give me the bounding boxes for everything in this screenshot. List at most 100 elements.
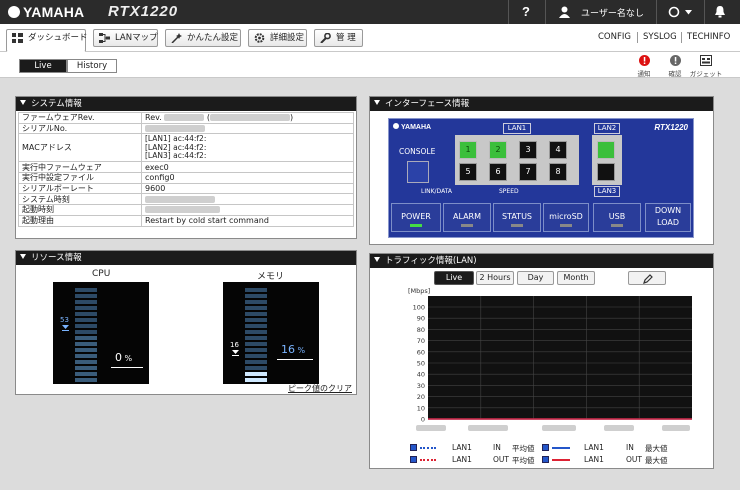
- meter-segment: [245, 342, 267, 346]
- lan1-port-2[interactable]: 2: [489, 141, 507, 159]
- meter-segment: [245, 360, 267, 364]
- collapse-icon: [374, 257, 380, 262]
- tab-history[interactable]: History: [67, 59, 117, 73]
- meter-segment: [245, 348, 267, 352]
- interface-info-header: インターフェース情報: [370, 97, 713, 111]
- lan2-lan3-block: [592, 135, 622, 185]
- memory-peak-value: 16: [230, 341, 239, 349]
- meter-segment: [75, 378, 97, 382]
- traffic-chart: [Mbps]0102030405060708090100: [408, 287, 692, 424]
- checkbox-in-avg[interactable]: [410, 444, 417, 451]
- y-axis-unit: [Mbps]: [408, 287, 430, 295]
- meter-segment: [75, 366, 97, 370]
- meter-segment: [245, 300, 267, 304]
- clear-peak-link[interactable]: ピーク値のクリア: [288, 383, 352, 394]
- traffic-live-button[interactable]: Live: [434, 271, 474, 285]
- top-bar: YAMAHA RTX1220 ? ユーザー名なし: [0, 0, 740, 24]
- link-data-label: LINK/DATA: [421, 188, 453, 195]
- checkbox-out-max[interactable]: [542, 456, 549, 463]
- cpu-peak-value: 53: [60, 316, 69, 324]
- status-circle-icon: [668, 6, 680, 18]
- collapse-icon: [20, 254, 26, 259]
- view-switch-bar: Live History 通知 確認 ガジェット: [0, 52, 740, 78]
- status-menu[interactable]: [663, 0, 703, 24]
- lan1-port-5[interactable]: 5: [459, 163, 477, 181]
- meter-segment: [75, 330, 97, 334]
- gadget-button[interactable]: ガジェット: [688, 55, 724, 78]
- meter-segment: [245, 378, 267, 382]
- help-button[interactable]: ?: [516, 0, 536, 24]
- microsd-status: microSD: [543, 203, 589, 232]
- power-status: POWER: [391, 203, 441, 232]
- memory-meter: 16 16 %: [223, 282, 319, 384]
- usb-status: USB: [593, 203, 641, 232]
- info-icon: [669, 55, 681, 66]
- panel-model: RTX1220: [654, 123, 688, 132]
- collapse-icon: [20, 100, 26, 105]
- y-tick-label: 50: [417, 360, 425, 368]
- cpu-value: 0 %: [115, 351, 133, 364]
- tab-easy-setup[interactable]: かんたん設定: [165, 29, 241, 47]
- lan1-port-3[interactable]: 3: [519, 141, 537, 159]
- edit-graph-button[interactable]: [628, 271, 666, 285]
- y-tick-label: 30: [417, 382, 425, 390]
- legend-row-out: LAN1 OUT 平均値 LAN1 OUT 最大値: [408, 455, 670, 465]
- tab-dashboard[interactable]: ダッシュボード: [6, 29, 88, 52]
- y-tick-label: 100: [413, 304, 425, 312]
- cpu-label: CPU: [92, 269, 111, 279]
- traffic-day-button[interactable]: Day: [517, 271, 554, 285]
- traffic-month-button[interactable]: Month: [557, 271, 595, 285]
- tab-lan-map[interactable]: LANマップ: [93, 29, 158, 47]
- system-info-table: ファームウェアRev. Rev. () シリアルNo. MACアドレス [LAN1]…: [18, 112, 354, 227]
- meter-segment: [75, 348, 97, 352]
- tab-advanced-setup[interactable]: 詳細設定: [248, 29, 307, 47]
- x-axis-labels: [408, 423, 696, 437]
- meter-segment: [75, 300, 97, 304]
- lan1-port-6[interactable]: 6: [489, 163, 507, 181]
- panel-brand: YAMAHA: [393, 123, 431, 131]
- brand-logo: YAMAHA: [8, 4, 84, 20]
- lan1-port-7[interactable]: 7: [519, 163, 537, 181]
- meter-segment: [245, 354, 267, 358]
- lan1-port-8[interactable]: 8: [549, 163, 567, 181]
- meter-segment: [245, 336, 267, 340]
- lan3-label: LAN3: [594, 186, 620, 197]
- meter-segment: [245, 288, 267, 292]
- techinfo-link[interactable]: TECHINFO: [687, 32, 730, 42]
- lan1-port-4[interactable]: 4: [549, 141, 567, 159]
- config-link[interactable]: CONFIG: [598, 32, 631, 42]
- lan3-port[interactable]: [597, 163, 615, 181]
- meter-segment: [75, 312, 97, 316]
- memory-value: 16 %: [281, 343, 306, 356]
- user-name: ユーザー名なし: [581, 9, 644, 19]
- yamaha-emblem-icon: [8, 6, 20, 18]
- checkbox-out-avg[interactable]: [410, 456, 417, 463]
- meter-segment: [75, 372, 97, 376]
- meter-segment: [75, 360, 97, 364]
- lan2-port[interactable]: [597, 141, 615, 159]
- y-tick-label: 90: [417, 315, 425, 323]
- tab-management[interactable]: 管 理: [314, 29, 363, 47]
- meter-segment: [75, 354, 97, 358]
- y-tick-label: 20: [417, 393, 425, 401]
- resource-info-panel: リソース情報 CPU メモリ 53 0 % 16 16 % ピーク値のクリア: [15, 250, 357, 395]
- meter-segment: [245, 318, 267, 322]
- checkbox-in-max[interactable]: [542, 444, 549, 451]
- y-tick-label: 60: [417, 348, 425, 356]
- traffic-2hours-button[interactable]: 2 Hours: [476, 271, 514, 285]
- lan1-label: LAN1: [503, 123, 531, 134]
- lan1-port-1[interactable]: 1: [459, 141, 477, 159]
- peak-marker-icon: [232, 350, 239, 356]
- gear-icon: [254, 33, 265, 43]
- model-name: RTX1220: [108, 3, 179, 20]
- resource-info-header: リソース情報: [16, 251, 356, 265]
- tab-live[interactable]: Live: [19, 59, 67, 73]
- bell-icon[interactable]: [714, 5, 726, 18]
- alert-icon: [638, 55, 650, 66]
- meter-segment: [245, 366, 267, 370]
- syslog-link[interactable]: SYSLOG: [643, 32, 677, 42]
- chevron-down-icon: [685, 10, 692, 15]
- meter-segment: [75, 318, 97, 322]
- download-button[interactable]: DOWN LOAD: [645, 203, 691, 232]
- y-tick-label: 80: [417, 326, 425, 334]
